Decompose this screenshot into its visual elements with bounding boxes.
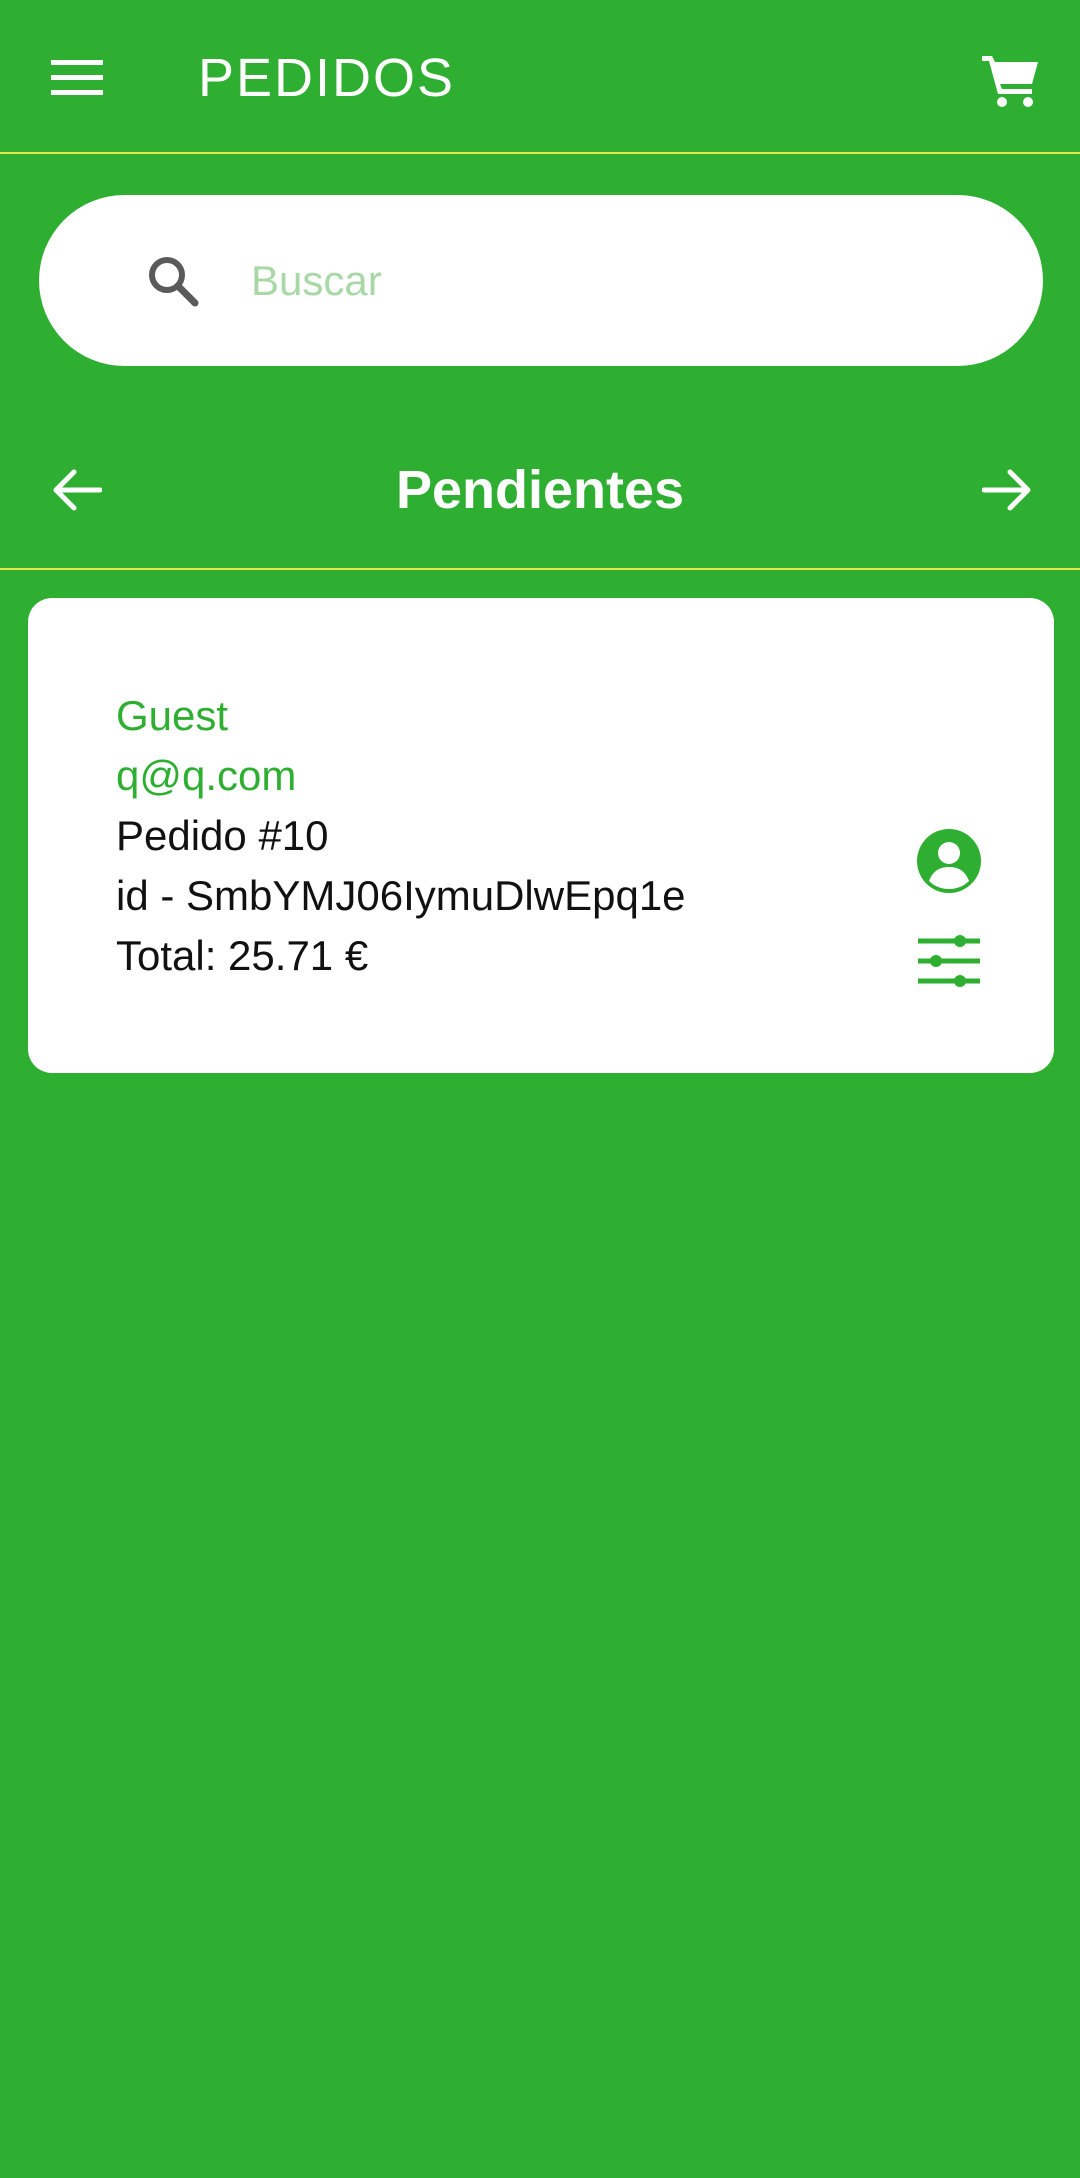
cart-icon: [982, 56, 1038, 107]
next-status-button[interactable]: [972, 454, 1044, 526]
menu-icon: [51, 60, 103, 95]
order-details: Guest q@q.com Pedido #10 id - SmbYMJ06Iy…: [116, 686, 686, 986]
order-card[interactable]: Guest q@q.com Pedido #10 id - SmbYMJ06Iy…: [28, 598, 1054, 1073]
search-icon: [149, 257, 199, 307]
search-bar: [39, 195, 1043, 366]
order-options-button[interactable]: [904, 916, 994, 1006]
order-customer-name: Guest: [116, 692, 229, 739]
status-navigator: Pendientes: [0, 410, 1080, 570]
order-id: id - SmbYMJ06IymuDlwEpq1e: [116, 872, 686, 919]
account-circle-icon: [917, 829, 981, 893]
cart-button[interactable]: [974, 44, 1046, 116]
status-label: Pendientes: [395, 460, 685, 520]
customer-profile-button[interactable]: [904, 816, 994, 906]
app-bar: PEDIDOS: [0, 0, 1080, 154]
page-title: PEDIDOS: [198, 48, 456, 108]
order-total: Total: 25.71 €: [116, 932, 369, 979]
arrow-right-icon: [982, 469, 1031, 511]
search-input[interactable]: [249, 240, 1013, 322]
tune-icon: [918, 935, 980, 987]
menu-button[interactable]: [40, 48, 114, 108]
order-number: Pedido #10: [116, 812, 329, 859]
order-customer-email: q@q.com: [116, 752, 297, 799]
